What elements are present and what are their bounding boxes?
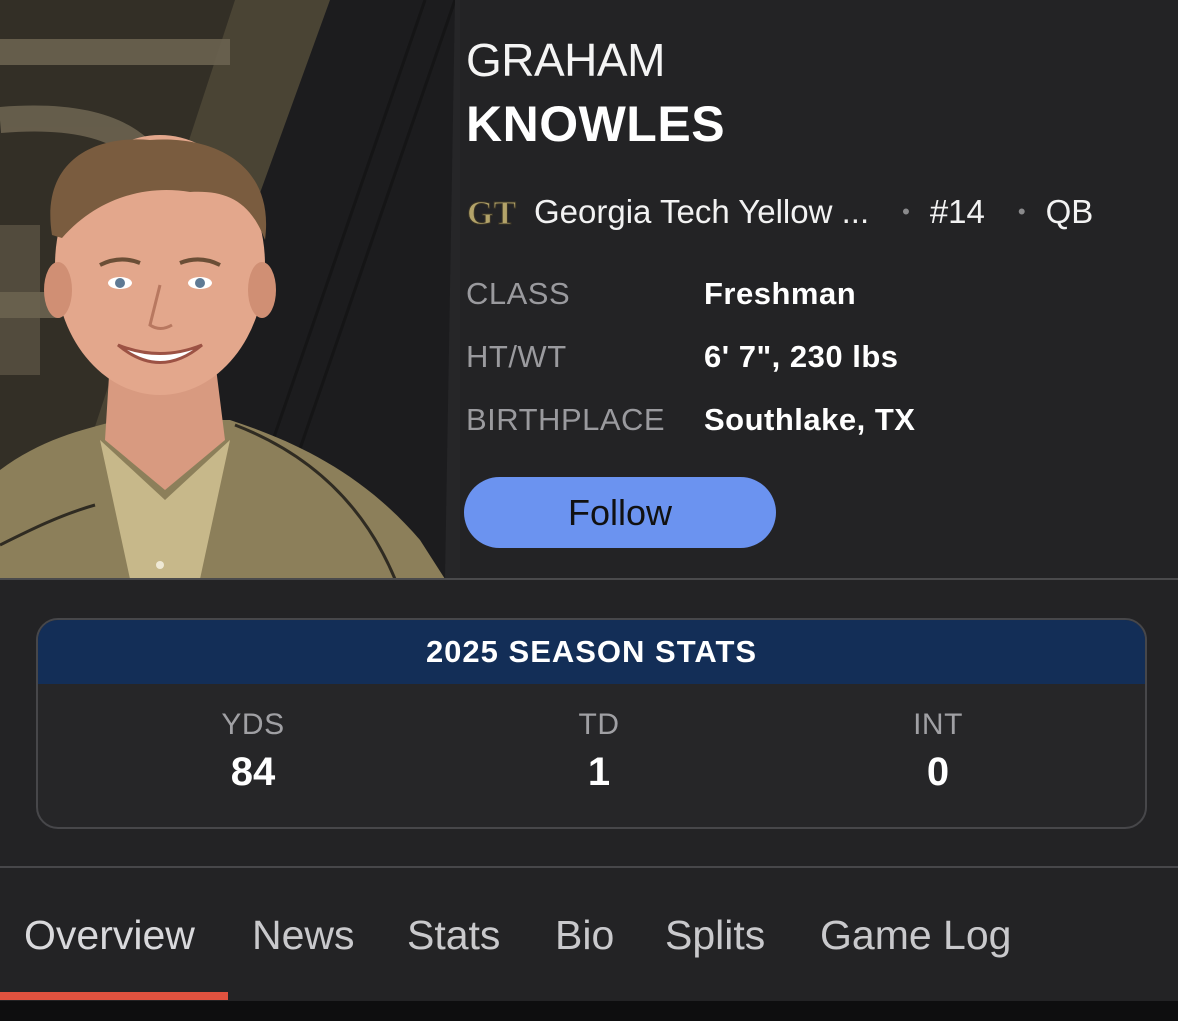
team-row: GT Georgia Tech Yellow ... • #14 • QB (466, 190, 1146, 234)
svg-text:GT: GT (467, 195, 516, 232)
active-tab-indicator (0, 992, 228, 1000)
attribute-row-class: CLASS Freshman (466, 274, 856, 314)
player-profile-page: GRAHAM KNOWLES GT Georgia Tech Yellow ..… (0, 0, 1178, 1021)
follow-button[interactable]: Follow (464, 477, 776, 548)
attribute-row-birthplace: BIRTHPLACE Southlake, TX (466, 400, 915, 440)
separator-dot: • (902, 199, 910, 224)
player-photo-panel (0, 0, 460, 579)
stat-value: 84 (230, 750, 276, 794)
attribute-value: 6' 7", 230 lbs (704, 339, 899, 374)
stat-interceptions: INT 0 (828, 708, 1048, 795)
georgia-tech-logo-icon[interactable]: GT (466, 192, 524, 233)
stat-value: 1 (587, 750, 611, 794)
season-stats-title: 2025 SEASON STATS (38, 620, 1145, 684)
stat-label: TD (578, 708, 620, 741)
tab-news[interactable]: News (252, 912, 355, 959)
season-stats-card: 2025 SEASON STATS YDS 84 TD 1 INT 0 (36, 618, 1147, 829)
tab-game-log[interactable]: Game Log (820, 912, 1011, 959)
stat-label: INT (913, 708, 963, 741)
profile-tabs: Overview News Stats Bio Splits Game Log (0, 868, 1178, 1001)
separator-dot: • (1017, 199, 1026, 224)
stat-value: 0 (926, 750, 950, 794)
tab-splits[interactable]: Splits (665, 912, 765, 959)
stat-yards: YDS 84 (143, 708, 363, 795)
attribute-value: Southlake, TX (704, 402, 916, 437)
attribute-value: Freshman (704, 276, 857, 311)
attribute-label: BIRTHPLACE (466, 402, 666, 437)
attribute-row-height-weight: HT/WT 6' 7", 230 lbs (466, 337, 899, 377)
player-header: GRAHAM KNOWLES GT Georgia Tech Yellow ..… (0, 0, 1178, 579)
attribute-label: HT/WT (466, 339, 567, 374)
player-position: QB (1045, 193, 1094, 230)
tab-bio[interactable]: Bio (555, 912, 614, 959)
bottom-bar (0, 1001, 1178, 1021)
divider (0, 578, 1178, 580)
stat-label: YDS (221, 708, 285, 741)
tab-overview[interactable]: Overview (24, 912, 195, 959)
player-first-name: GRAHAM (466, 34, 665, 86)
stat-touchdowns: TD 1 (489, 708, 709, 795)
attribute-label: CLASS (466, 276, 571, 311)
team-name-link[interactable]: Georgia Tech Yellow ... (534, 193, 869, 231)
player-last-name: KNOWLES (466, 96, 726, 152)
player-headshot (0, 0, 460, 579)
player-info: GRAHAM KNOWLES GT Georgia Tech Yellow ..… (464, 0, 1166, 579)
jersey-number: #14 (929, 193, 985, 230)
tab-stats[interactable]: Stats (407, 912, 500, 959)
